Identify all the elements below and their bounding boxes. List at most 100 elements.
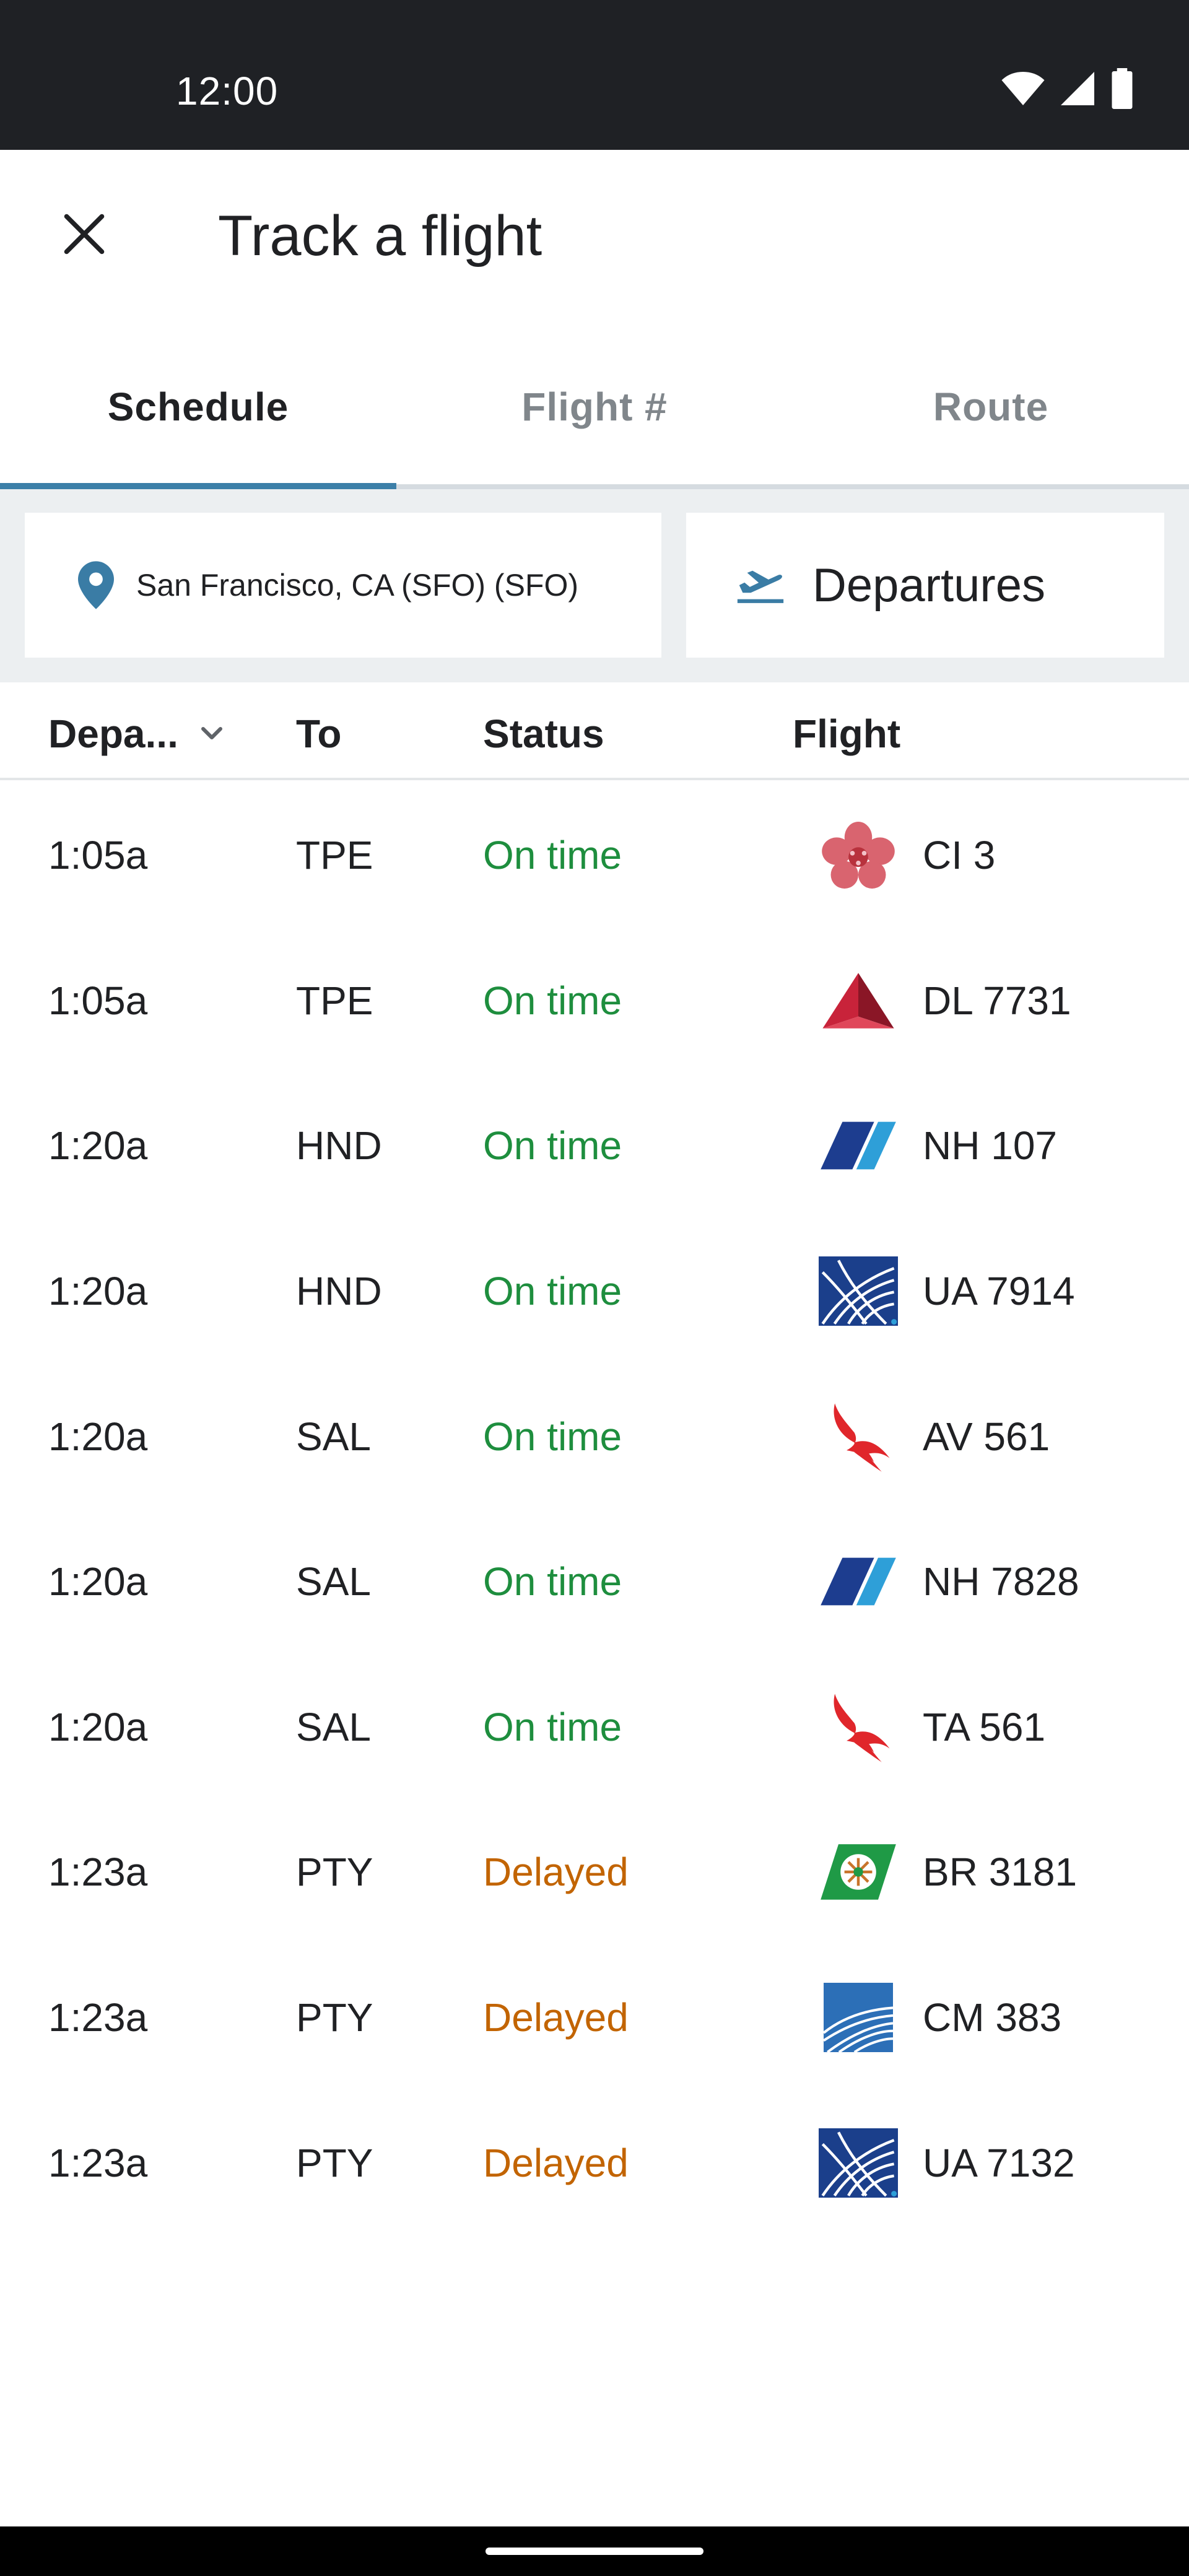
tab-route[interactable]: Route [793,329,1189,484]
page-title: Track a flight [218,204,542,268]
to-column-header: To [296,711,342,756]
cell-signal-icon [1061,72,1094,105]
destination-code: SAL [296,1414,371,1459]
flight-list: 1:05a TPE On time CI 3 1:05a TPE On time… [0,783,1189,2235]
airport-selector[interactable]: San Francisco, CA (SFO) (SFO) [25,513,661,658]
navigation-bar [0,2526,1189,2576]
table-row[interactable]: 1:05a TPE On time CI 3 [0,783,1189,928]
flight-status: On time [483,1559,622,1604]
departure-time: 1:20a [48,1704,148,1749]
departure-time: 1:20a [48,1123,148,1168]
airline-logo [816,1219,900,1364]
avianca-logo-icon [834,1694,890,1762]
tab-schedule[interactable]: Schedule [0,329,396,489]
airport-selector-label: San Francisco, CA (SFO) (SFO) [136,568,579,603]
flight-status: Delayed [483,1850,629,1895]
eva-air-logo-icon [821,1844,896,1900]
table-row[interactable]: 1:23a PTY Delayed UA 7132 [0,2090,1189,2235]
flight-number: CM 383 [923,1995,1062,2040]
flight-status: On time [483,1414,622,1459]
tab-bar: Schedule Flight # Route [0,329,1189,489]
flight-status: On time [483,1269,622,1314]
united-logo-icon [819,2128,898,2198]
status-time: 12:00 [176,69,279,113]
departure-time: 1:23a [48,1850,148,1895]
airline-logo [816,1655,900,1800]
status-column-header: Status [483,711,604,756]
airline-logo [816,928,900,1074]
flight-status: Delayed [483,2140,629,2185]
table-row[interactable]: 1:20a SAL On time AV 561 [0,1364,1189,1509]
table-row[interactable]: 1:20a SAL On time NH 7828 [0,1509,1189,1655]
table-row[interactable]: 1:20a SAL On time TA 561 [0,1655,1189,1800]
location-pin-icon [78,561,114,609]
flight-status: On time [483,1704,622,1749]
airline-logo [816,1364,900,1509]
departure-time: 1:05a [48,833,148,878]
delta-logo-icon [822,973,894,1029]
flight-number: NH 7828 [923,1559,1079,1604]
tab-flight-number[interactable]: Flight # [396,329,793,484]
airline-logo [816,1073,900,1219]
flight-number: UA 7914 [923,1269,1075,1314]
table-row[interactable]: 1:20a HND On time NH 107 [0,1073,1189,1219]
direction-selector[interactable]: Departures [686,513,1164,658]
china-airlines-logo-icon [822,822,895,889]
departure-time: 1:23a [48,2140,148,2185]
status-bar: 12:00 [0,0,1189,150]
app-bar: Track a flight [0,150,1189,329]
destination-code: SAL [296,1559,371,1604]
destination-code: PTY [296,2140,373,2185]
departure-time: 1:23a [48,1995,148,2040]
flight-status: Delayed [483,1995,629,2040]
close-icon [64,214,105,255]
departure-time: 1:20a [48,1559,148,1604]
airline-logo [816,1799,900,1945]
table-header: Depa... To Status Flight [0,682,1189,780]
flight-number: BR 3181 [923,1850,1078,1895]
destination-code: HND [296,1123,382,1168]
flight-number: CI 3 [923,833,996,878]
departure-plane-icon [737,570,784,603]
flight-number: AV 561 [923,1414,1050,1459]
table-row[interactable]: 1:05a TPE On time DL 7731 [0,928,1189,1074]
flight-column-header: Flight [793,711,901,756]
flight-status: On time [483,978,622,1023]
departure-column-label: Depa... [48,711,178,756]
destination-code: PTY [296,1995,373,2040]
departure-time: 1:05a [48,978,148,1023]
united-logo-icon [819,1256,898,1326]
departure-time: 1:20a [48,1414,148,1459]
avianca-logo-icon [834,1403,890,1472]
ana-logo-icon [821,1122,896,1170]
destination-code: TPE [296,978,373,1023]
filter-area: San Francisco, CA (SFO) (SFO) Departures [0,489,1189,682]
chevron-down-icon [201,727,222,739]
departure-time: 1:20a [48,1269,148,1314]
home-gesture-handle[interactable] [486,2548,703,2555]
table-row[interactable]: 1:23a PTY Delayed CM 383 [0,1945,1189,2091]
direction-selector-label: Departures [812,559,1045,612]
flight-number: TA 561 [923,1704,1046,1749]
close-button[interactable] [45,194,124,274]
destination-code: TPE [296,833,373,878]
airline-logo [816,1509,900,1655]
departure-column-header[interactable]: Depa... [48,711,224,757]
table-row[interactable]: 1:23a PTY Delayed BR 3181 [0,1799,1189,1945]
flight-number: DL 7731 [923,978,1071,1023]
flight-number: NH 107 [923,1123,1057,1168]
table-row[interactable]: 1:20a HND On time UA 7914 [0,1219,1189,1364]
airline-logo [816,1945,900,2091]
destination-code: HND [296,1269,382,1314]
wifi-icon [1001,72,1045,105]
status-icons [1001,68,1135,109]
copa-logo-icon [824,1983,893,2053]
airline-logo [816,783,900,928]
flight-status: On time [483,1123,622,1168]
ana-logo-icon [821,1557,896,1606]
airline-logo [816,2090,900,2235]
flight-status: On time [483,833,622,878]
destination-code: PTY [296,1850,373,1895]
battery-icon [1112,68,1133,109]
destination-code: SAL [296,1704,371,1749]
